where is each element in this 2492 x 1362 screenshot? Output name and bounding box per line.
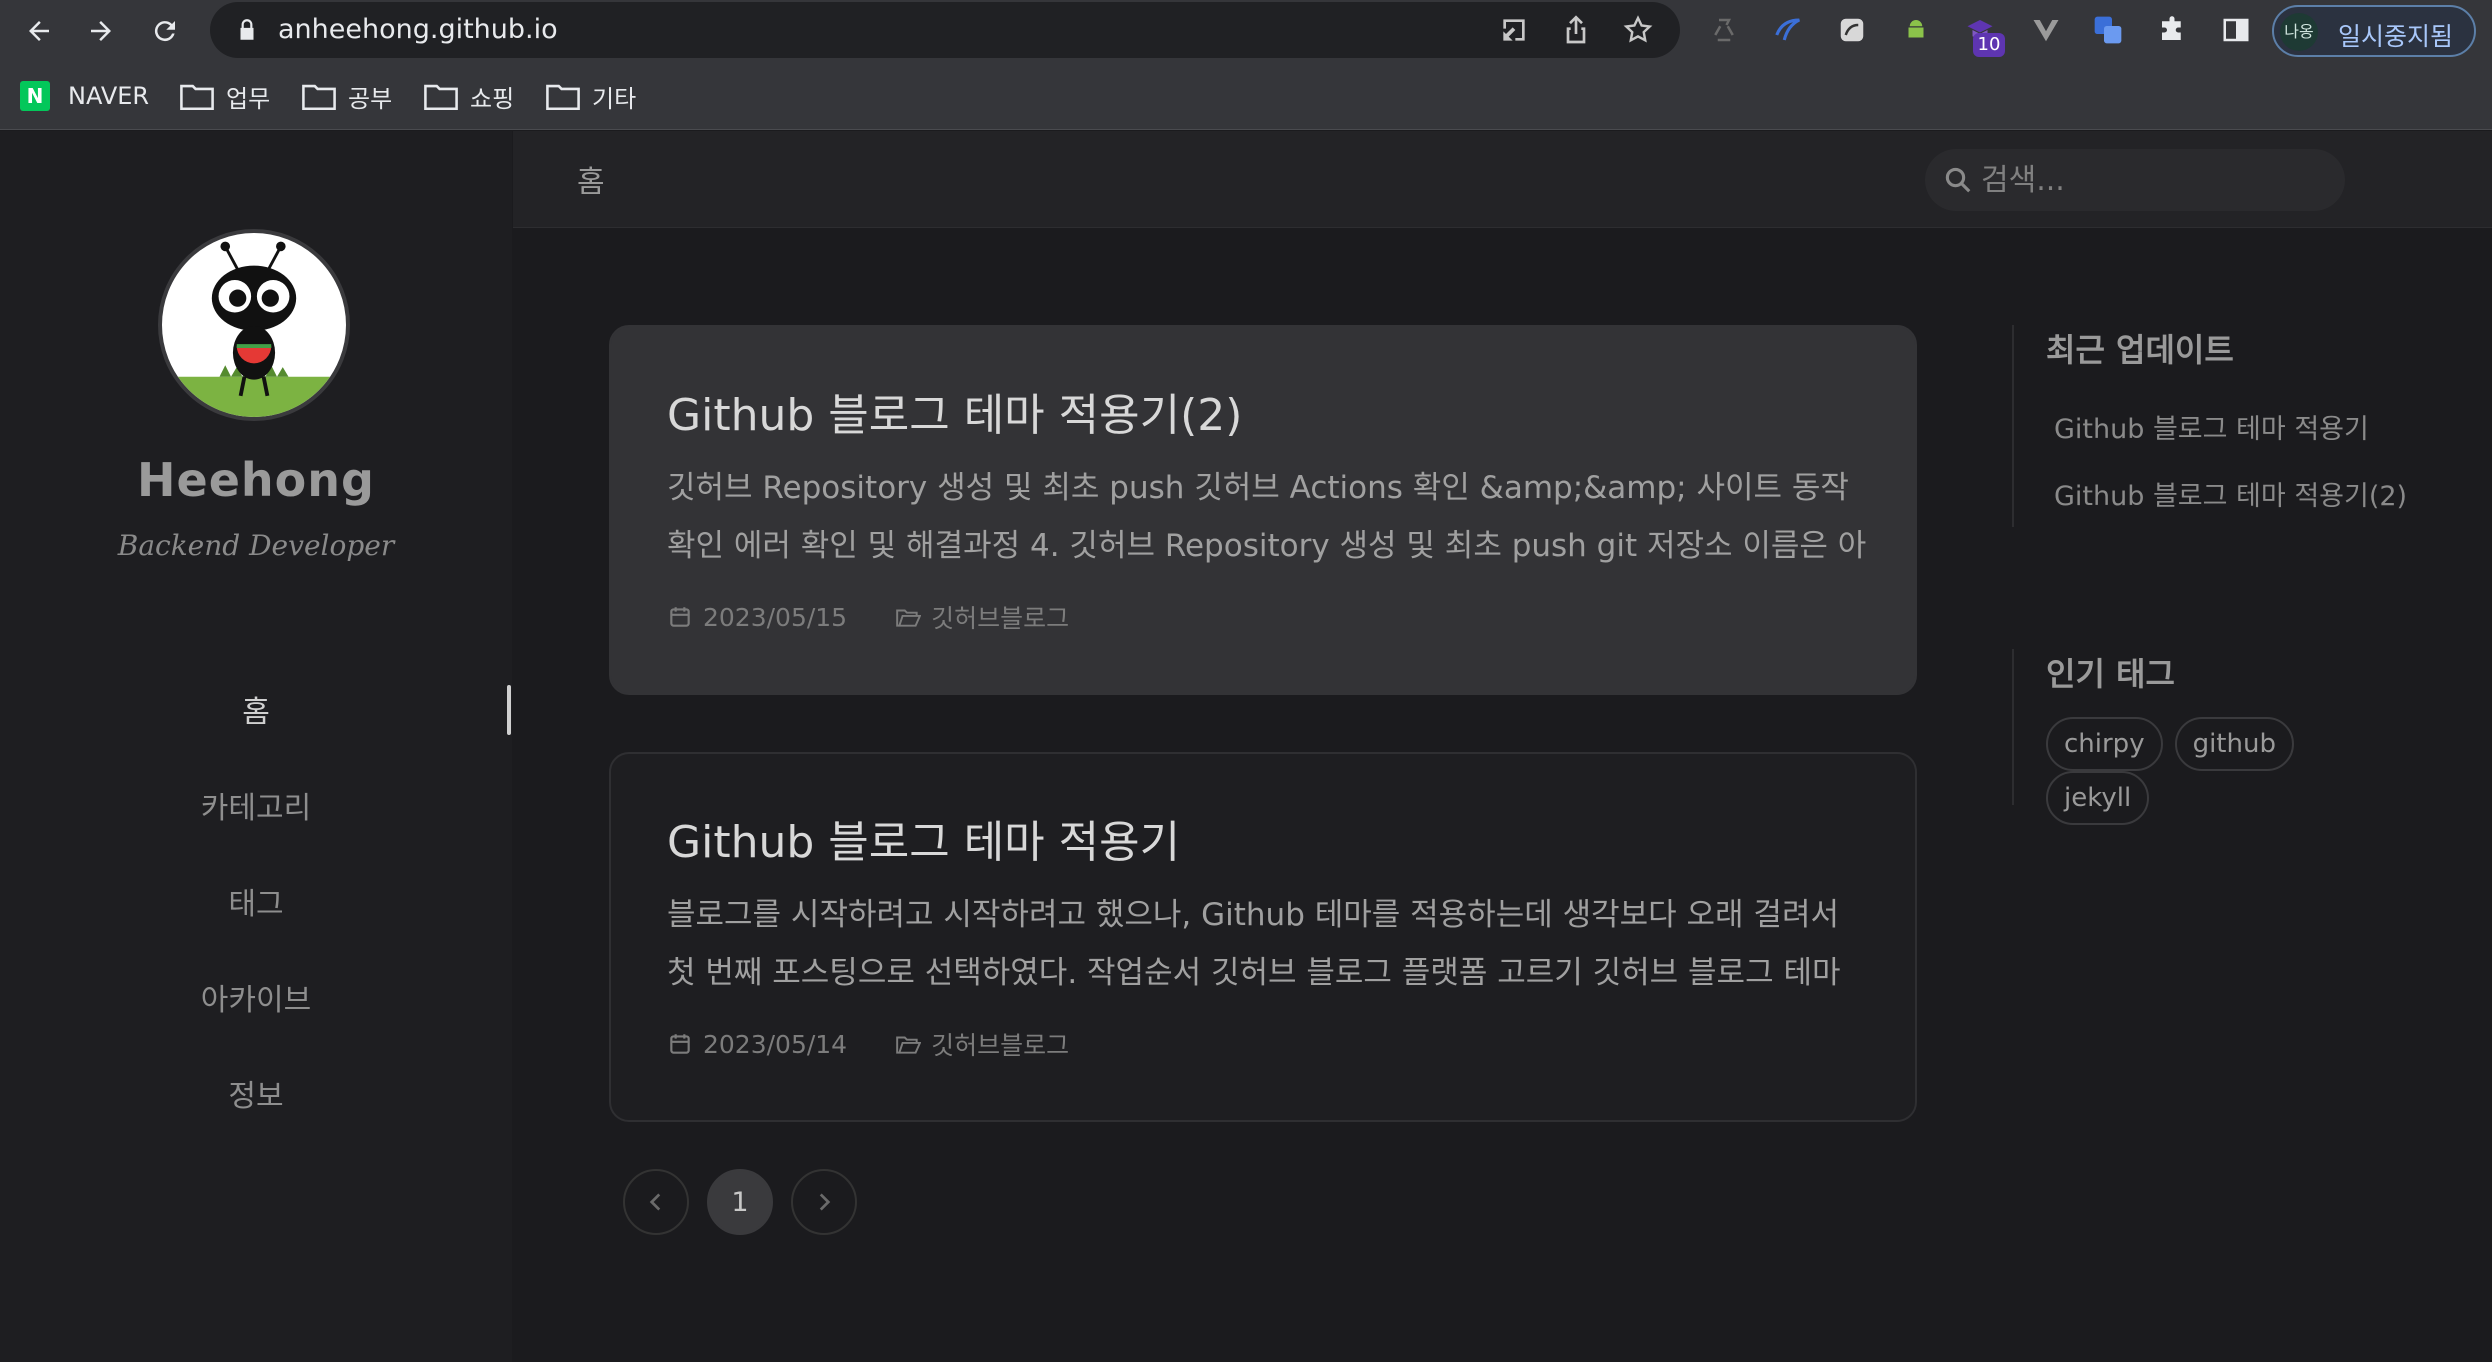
sidebar-item-about[interactable]: 정보 <box>0 1045 512 1141</box>
android-extension-icon[interactable] <box>1898 12 1934 48</box>
recent-update-link[interactable]: Github 블로그 테마 적용기 <box>2046 393 2412 460</box>
vue-extension-icon[interactable] <box>2028 12 2064 48</box>
recent-update-link[interactable]: Github 블로그 테마 적용기(2) <box>2046 460 2412 527</box>
search-input[interactable] <box>1981 159 2321 201</box>
back-button[interactable] <box>16 8 62 54</box>
pagination: 1 <box>623 1169 875 1235</box>
translate-extension-icon[interactable] <box>2090 12 2126 48</box>
tag-github[interactable]: github <box>2174 717 2294 771</box>
bookmark-naver[interactable]: N NAVER <box>20 78 149 114</box>
breadcrumb: 홈 <box>577 165 605 200</box>
post-date: 2023/05/15 <box>703 602 848 632</box>
star-icon[interactable] <box>1622 14 1654 46</box>
sidebar-nav: 홈 카테고리 태그 아카이브 정보 <box>0 661 512 1141</box>
folder-open-icon <box>896 609 922 627</box>
naver-logo-icon: N <box>20 81 50 111</box>
tag-list: chirpy github jekyll <box>2046 717 2412 825</box>
search-icon <box>1945 167 1971 193</box>
extension-badge: 10 <box>1973 33 2005 57</box>
folder-icon <box>546 84 580 111</box>
post-card[interactable]: Github 블로그 테마 적용기 블로그를 시작하려고 시작하려고 했으나, … <box>609 752 1917 1122</box>
puzzle-icon[interactable] <box>2154 12 2190 48</box>
post-excerpt: 깃허브 Repository 생성 및 최초 push 깃허브 Actions … <box>667 470 1867 564</box>
wave-extension-icon[interactable] <box>1770 12 1806 48</box>
recent-updates-panel: 최근 업데이트 Github 블로그 테마 적용기 Github 블로그 테마 … <box>2012 325 2412 527</box>
url-text: anheehong.github.io <box>278 14 558 45</box>
topbar: 홈 <box>513 131 2492 228</box>
bookmarks-bar: N NAVER 업무 공부 쇼핑 기타 <box>0 62 2492 130</box>
address-bar[interactable]: anheehong.github.io <box>210 2 1680 58</box>
post-category[interactable]: 깃허브블로그 <box>931 599 1069 635</box>
calendar-icon <box>670 607 690 627</box>
popular-tags-panel: 인기 태그 chirpy github jekyll <box>2012 649 2412 825</box>
profile-avatar[interactable] <box>158 229 350 421</box>
bookmark-folder-shopping[interactable]: 쇼핑 <box>424 78 514 114</box>
bookmark-folder-etc[interactable]: 기타 <box>546 78 636 114</box>
page-number-button[interactable]: 1 <box>707 1169 773 1235</box>
share-icon[interactable] <box>1560 14 1592 46</box>
folder-icon <box>180 84 214 111</box>
lock-icon <box>240 19 254 40</box>
calendar-icon <box>670 1034 690 1054</box>
post-card[interactable]: Github 블로그 테마 적용기(2) 깃허브 Repository 생성 및… <box>609 325 1917 695</box>
recent-updates-heading: 최근 업데이트 <box>2046 331 2234 369</box>
sidebar-item-tags[interactable]: 태그 <box>0 853 512 949</box>
chevron-left-icon <box>649 1193 661 1211</box>
bookmark-folder-study[interactable]: 공부 <box>302 78 392 114</box>
post-meta: 2023/05/14 깃허브블로그 <box>667 1026 1069 1062</box>
site-title[interactable]: Heehong <box>0 453 512 507</box>
avatar: 나옹 <box>2280 13 2318 51</box>
post-excerpt: 블로그를 시작하려고 시작하려고 했으나, Github 테마를 적용하는데 생… <box>667 897 1841 991</box>
side-panel-icon[interactable] <box>2218 12 2254 48</box>
forward-icon <box>91 21 111 41</box>
forward-button[interactable] <box>78 8 124 54</box>
back-icon <box>29 21 49 41</box>
folder-open-icon <box>896 1036 922 1054</box>
tag-jekyll[interactable]: jekyll <box>2046 771 2150 825</box>
site-subtitle: Backend Developer <box>117 529 395 562</box>
reload-icon <box>154 21 175 42</box>
post-title[interactable]: Github 블로그 테마 적용기 <box>667 806 1180 870</box>
tag-chirpy[interactable]: chirpy <box>2046 717 2163 771</box>
folder-icon <box>424 84 458 111</box>
ant-mascot-icon <box>162 241 346 417</box>
popular-tags-heading: 인기 태그 <box>2046 655 2175 693</box>
install-icon[interactable] <box>1498 14 1530 46</box>
next-page-button[interactable] <box>791 1169 857 1235</box>
chevron-right-icon <box>819 1193 831 1211</box>
folder-icon <box>302 84 336 111</box>
bookmark-folder-work[interactable]: 업무 <box>180 78 270 114</box>
profile-button[interactable]: 나옹 일시중지됨 <box>2272 5 2476 57</box>
sidebar-item-home[interactable]: 홈 <box>0 661 512 757</box>
browser-toolbar: anheehong.github.io 10 나옹 일시중지됨 <box>0 0 2492 62</box>
sidebar: Heehong Backend Developer 홈 카테고리 태그 아카이브… <box>0 131 512 1362</box>
reload-button[interactable] <box>142 8 188 54</box>
prev-page-button[interactable] <box>623 1169 689 1235</box>
recycle-extension-icon[interactable] <box>1706 12 1742 48</box>
main-content: Github 블로그 테마 적용기(2) 깃허브 Repository 생성 및… <box>513 229 2492 1362</box>
post-category[interactable]: 깃허브블로그 <box>931 1026 1069 1062</box>
sidebar-item-categories[interactable]: 카테고리 <box>0 757 512 853</box>
profile-status: 일시중지됨 <box>2338 22 2454 51</box>
post-meta: 2023/05/15 깃허브블로그 <box>667 599 1069 635</box>
sidebar-item-archives[interactable]: 아카이브 <box>0 949 512 1045</box>
post-date: 2023/05/14 <box>703 1029 848 1059</box>
reader-extension-icon[interactable] <box>1834 12 1870 48</box>
search-box[interactable] <box>1925 149 2345 211</box>
post-title[interactable]: Github 블로그 테마 적용기(2) <box>667 379 1242 443</box>
